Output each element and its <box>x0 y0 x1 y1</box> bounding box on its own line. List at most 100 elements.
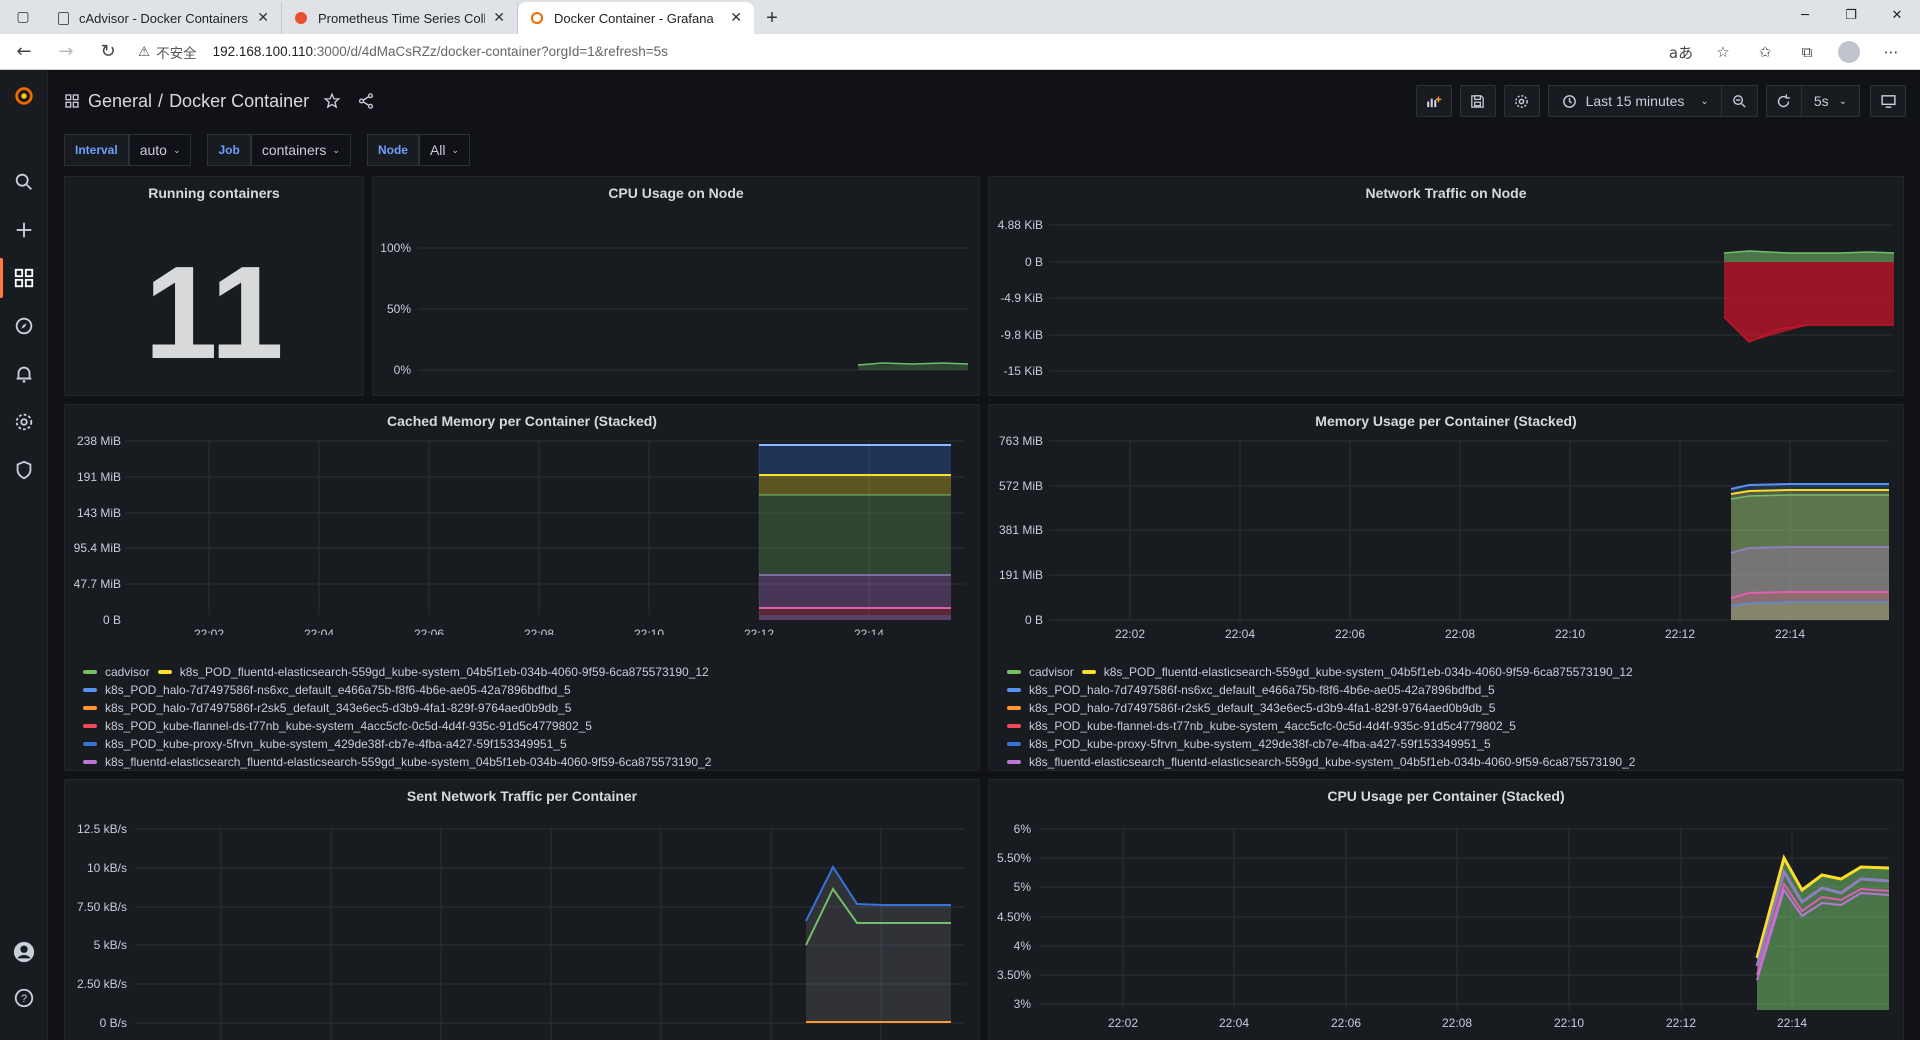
close-icon[interactable]: ✕ <box>493 10 505 26</box>
variable-select[interactable]: containers ⌄ <box>250 134 351 166</box>
refresh-interval-picker[interactable]: 5s ⌄ <box>1801 85 1860 117</box>
legend-item[interactable]: k8s_POD_halo-7d7497586f-ns6xc_default_e4… <box>1007 681 1635 699</box>
tab-actions-icon[interactable]: ▢ <box>0 0 46 34</box>
breadcrumb: General / Docker Container <box>64 91 383 112</box>
tv-mode-button[interactable] <box>1870 85 1906 117</box>
grafana-sidebar: ? <box>0 70 48 1040</box>
legend-swatch <box>1007 670 1021 674</box>
help-icon[interactable]: ? <box>0 978 48 1018</box>
stack-band-blue <box>759 575 951 608</box>
legend-item[interactable]: cadvisor <box>83 663 150 681</box>
zoom-out-button[interactable] <box>1721 85 1758 117</box>
configuration-gear-icon[interactable] <box>0 402 48 442</box>
y-tick-label: 763 MiB <box>999 434 1043 448</box>
minimize-icon[interactable]: ─ <box>1782 0 1828 30</box>
back-button[interactable]: ← <box>6 37 42 67</box>
alerting-bell-icon[interactable] <box>0 354 48 394</box>
more-menu-icon[interactable]: ⋯ <box>1870 37 1912 67</box>
dashboards-icon[interactable] <box>0 258 48 298</box>
forward-button[interactable]: → <box>48 37 84 67</box>
favorite-star-icon[interactable]: ☆ <box>1702 37 1744 67</box>
stack-band-yellow <box>759 475 951 495</box>
legend-item[interactable]: k8s_POD_kube-proxy-5frvn_kube-system_429… <box>83 735 711 753</box>
user-avatar[interactable] <box>0 932 48 972</box>
y-tick-label: -9.8 KiB <box>1000 328 1043 342</box>
legend-swatch <box>83 742 97 746</box>
panel-cpu-usage-container[interactable]: CPU Usage per Container (Stacked) 6% 5.5… <box>988 779 1904 1040</box>
close-icon[interactable]: ✕ <box>730 10 742 26</box>
reload-button[interactable]: ↻ <box>90 37 126 67</box>
legend-label: k8s_POD_kube-flannel-ds-t77nb_kube-syste… <box>105 719 592 733</box>
legend-item[interactable]: k8s_fluentd-elasticsearch_fluentd-elasti… <box>83 753 711 771</box>
panel-cached-memory[interactable]: Cached Memory per Container (Stacked) 23… <box>64 404 980 771</box>
panel-running-containers[interactable]: Running containers 11 <box>64 176 364 396</box>
legend-item[interactable]: k8s_POD_fluentd-elasticsearch-559gd_kube… <box>1081 663 1633 681</box>
legend-item[interactable]: k8s_POD_kube-flannel-ds-t77nb_kube-syste… <box>83 717 711 735</box>
legend-item[interactable]: k8s_POD_fluentd-elasticsearch-559gd_kube… <box>157 663 709 681</box>
y-tick-label: 0% <box>394 363 412 377</box>
chart-legend: cadvisor k8s_POD_fluentd-elasticsearch-5… <box>1007 663 1635 771</box>
legend-label: k8s_POD_kube-proxy-5frvn_kube-system_429… <box>1029 737 1491 751</box>
breadcrumb-separator: / <box>158 90 164 111</box>
legend-item[interactable]: k8s_POD_kube-proxy-5frvn_kube-system_429… <box>1007 735 1635 753</box>
share-icon[interactable] <box>357 92 375 110</box>
save-dashboard-button[interactable] <box>1459 85 1496 117</box>
legend-item[interactable]: k8s_POD_halo-7d7497586f-ns6xc_default_e4… <box>83 681 711 699</box>
url-host: 192.168.100.110 <box>212 44 313 59</box>
dashboard-settings-button[interactable] <box>1503 85 1540 117</box>
grafana-icon <box>530 11 544 25</box>
favorites-icon[interactable]: ✩ <box>1744 37 1786 67</box>
y-tick-label: 6% <box>1014 822 1032 836</box>
legend-item[interactable]: cadvisor <box>1007 663 1074 681</box>
restore-icon[interactable]: ❐ <box>1828 0 1874 30</box>
explore-compass-icon[interactable] <box>0 306 48 346</box>
close-window-icon[interactable]: ✕ <box>1874 0 1920 30</box>
create-plus-icon[interactable] <box>0 210 48 250</box>
time-range-picker[interactable]: Last 15 minutes ⌄ <box>1547 85 1722 117</box>
chart-legend: cadvisor k8s_POD_fluentd-elasticsearch-5… <box>83 663 711 771</box>
y-tick-label: -4.9 KiB <box>1000 291 1043 305</box>
y-tick-label: 100% <box>380 241 411 255</box>
read-aloud-icon[interactable]: aあ <box>1660 37 1702 67</box>
panel-cpu-usage-node[interactable]: CPU Usage on Node 100% 50% 0% <box>372 176 980 396</box>
profile-avatar[interactable] <box>1838 41 1860 63</box>
url-field[interactable]: ⚠ 不安全 192.168.100.110 :3000/d/4dMaCsRZz/… <box>138 37 668 67</box>
breadcrumb-folder[interactable]: General <box>88 91 152 112</box>
variable-value: auto <box>139 142 167 158</box>
variable-label: Job <box>207 134 251 166</box>
y-tick-label: 3% <box>1014 997 1032 1011</box>
refresh-button[interactable] <box>1765 85 1802 117</box>
legend-item[interactable]: k8s_POD_halo-7d7497586f-r2sk5_default_34… <box>83 699 711 717</box>
variable-select[interactable]: auto ⌄ <box>128 134 192 166</box>
legend-label: k8s_POD_halo-7d7497586f-r2sk5_default_34… <box>1029 701 1496 715</box>
panel-sent-network-traffic[interactable]: Sent Network Traffic per Container 12.5 … <box>64 779 980 1040</box>
dashboard-title[interactable]: Docker Container <box>169 91 309 112</box>
y-tick-label: 191 MiB <box>77 470 121 484</box>
collections-icon[interactable]: ⧉ <box>1786 37 1828 67</box>
browser-tab-cadvisor[interactable]: cAdvisor - Docker Containers ✕ <box>46 2 282 34</box>
browser-tab-bar: ▢ cAdvisor - Docker Containers ✕ Prometh… <box>0 0 1920 34</box>
grafana-logo-icon[interactable] <box>0 76 48 116</box>
add-panel-button[interactable] <box>1415 85 1452 117</box>
x-tick-label: 22:02 <box>1108 1016 1138 1030</box>
browser-tab-prometheus[interactable]: Prometheus Time Series Collectio ✕ <box>282 2 518 34</box>
y-tick-label: 4.88 KiB <box>998 218 1043 232</box>
star-icon[interactable] <box>323 92 341 110</box>
search-icon[interactable] <box>0 162 48 202</box>
legend-label: k8s_POD_fluentd-elasticsearch-559gd_kube… <box>179 665 709 679</box>
legend-label: k8s_POD_halo-7d7497586f-ns6xc_default_e4… <box>105 683 571 697</box>
url-path: :3000/d/4dMaCsRZz/docker-container?orgId… <box>312 44 668 59</box>
legend-item[interactable]: k8s_POD_halo-7d7497586f-r2sk5_default_34… <box>1007 699 1635 717</box>
panel-network-traffic-node[interactable]: Network Traffic on Node 4.88 KiB 0 B -4.… <box>988 176 1904 396</box>
legend-swatch <box>1081 670 1096 674</box>
server-admin-shield-icon[interactable] <box>0 450 48 490</box>
legend-item[interactable]: k8s_POD_kube-flannel-ds-t77nb_kube-syste… <box>1007 717 1635 735</box>
stat-value: 11 <box>144 239 284 386</box>
browser-tab-grafana[interactable]: Docker Container - Grafana ✕ <box>518 2 754 34</box>
panel-memory-usage[interactable]: Memory Usage per Container (Stacked) 763… <box>988 404 1904 771</box>
legend-item[interactable]: k8s_fluentd-elasticsearch_fluentd-elasti… <box>1007 753 1635 771</box>
stack-band-purple <box>759 615 951 620</box>
new-tab-button[interactable]: + <box>754 2 790 34</box>
variable-select[interactable]: All ⌄ <box>418 134 471 166</box>
close-icon[interactable]: ✕ <box>257 10 269 26</box>
